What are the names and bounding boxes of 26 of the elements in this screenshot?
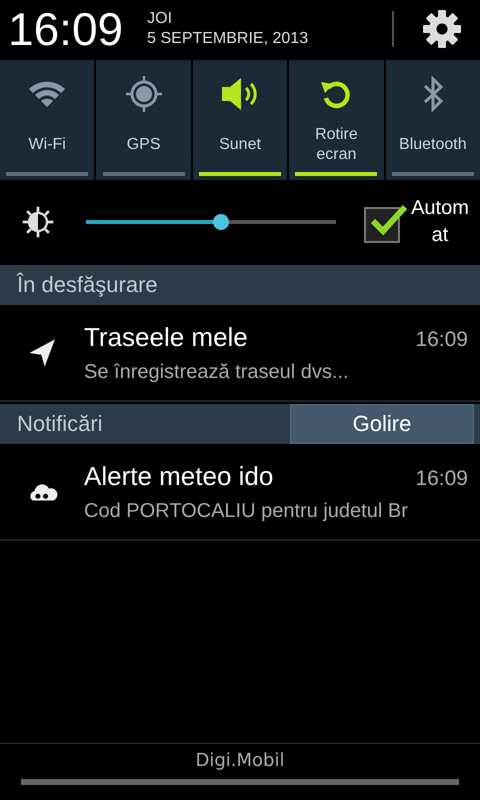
slider-handle[interactable] — [213, 214, 229, 230]
day-label: JOI — [147, 9, 174, 29]
quick-toggle[interactable]: Bluetooth — [386, 60, 480, 180]
target-icon — [124, 74, 164, 114]
auto-label: Autom at — [410, 196, 470, 248]
quick-toggle[interactable]: Sunet — [192, 60, 288, 180]
notification-title: Alerte meteo ido — [84, 460, 274, 492]
notification-time: 16:09 — [415, 466, 468, 490]
notification-item[interactable]: Alerte meteo ido 16:09 Cod PORTOCALIU pentru judetul Br — [0, 444, 480, 541]
notification-text: Se înregistrează traseul dvs... — [84, 360, 350, 384]
notification-item[interactable]: Traseele mele 16:09 Se înregistrează traseul dvs... — [0, 305, 480, 402]
clear-button[interactable]: Golire — [290, 404, 474, 444]
settings-icon[interactable] — [422, 9, 462, 49]
section-title: Notificări — [17, 411, 103, 437]
notification-text: Cod PORTOCALIU pentru judetul Br — [84, 500, 409, 522]
quick-toggle[interactable]: Wi-Fi — [0, 60, 94, 180]
brightness-icon — [20, 204, 56, 240]
quick-toggle[interactable]: GPS — [96, 60, 191, 180]
notification-time: 16:09 — [415, 328, 468, 352]
clock-time: 16:09 — [8, 2, 124, 56]
quick-toggle[interactable]: Rotire ecran — [289, 60, 384, 180]
date-label: 5 SEPTEMBRIE, 2013 — [147, 29, 308, 49]
notification-title: Traseele mele — [84, 322, 248, 352]
section-title: În desfăşurare — [17, 272, 158, 298]
carrier-name: Digi.Mobil — [196, 750, 284, 771]
drag-handle[interactable] — [21, 779, 459, 785]
